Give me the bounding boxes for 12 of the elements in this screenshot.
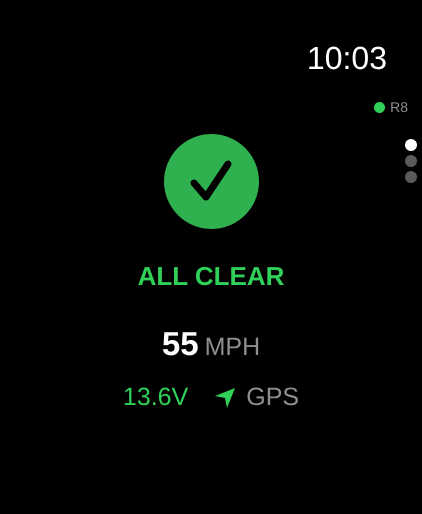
speed-unit: MPH [204,333,260,362]
checkmark-icon [164,134,258,229]
device-label: R8 [390,99,408,115]
page-indicator-dot[interactable] [405,139,417,151]
clock-time: 10:03 [306,39,387,78]
speed-value: 55 [162,325,199,363]
page-indicator-dot[interactable] [405,171,417,183]
status-title: ALL CLEAR [138,261,284,291]
page-indicator-dot[interactable] [405,155,417,167]
location-arrow-icon [214,386,236,408]
gps-label: GPS [246,383,300,412]
voltage-reading: 13.6V [122,383,188,412]
